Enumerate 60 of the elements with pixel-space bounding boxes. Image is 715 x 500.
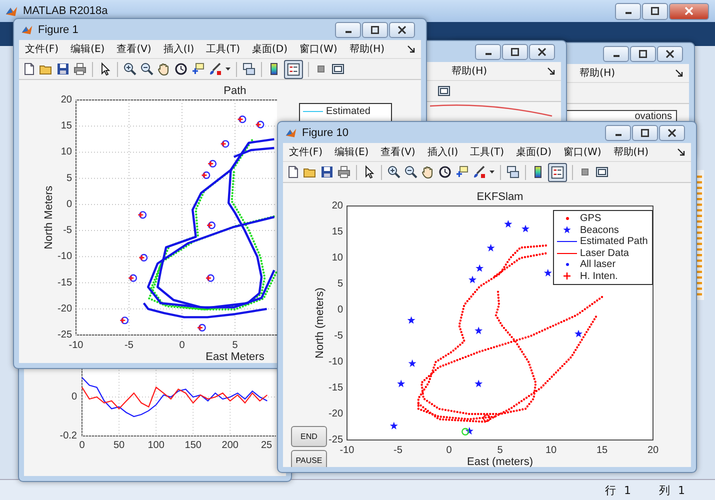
tick-label: 5 — [66, 172, 72, 184]
tick-label: -5 — [124, 340, 134, 351]
legend-label: Estimated — [326, 106, 370, 118]
tick-label: 200 — [222, 440, 238, 450]
legend-label: Beacons — [580, 224, 619, 236]
legend-label: Estimated Path — [580, 236, 648, 248]
tick-label: 5 — [232, 340, 238, 351]
column-label: 列 — [659, 482, 670, 498]
tick-label: 10 — [545, 445, 557, 456]
tick-label: -25 — [58, 330, 72, 340]
tick-label: -15 — [58, 277, 72, 288]
tick-label: 0 — [66, 198, 72, 210]
tick-label: -5 — [63, 225, 72, 236]
tick-label: 20 — [647, 445, 659, 456]
chart-title: Path — [224, 85, 246, 97]
legend-label: Laser Data — [580, 248, 629, 259]
window-title: Figure 1 — [38, 24, 78, 36]
tick-label: -20 — [58, 303, 72, 314]
tick-label: 15 — [60, 120, 72, 132]
tick-label: -10 — [328, 356, 343, 368]
tick-label: -20 — [328, 408, 343, 420]
axis-label: North Meters — [43, 186, 55, 250]
row-label: 行 — [605, 482, 616, 498]
tick-label: 10 — [60, 146, 72, 158]
column-number: 1 — [678, 484, 685, 496]
tick-label: 5 — [497, 445, 503, 456]
chart-title: EKFSlam — [476, 191, 524, 203]
tick-label: -5 — [394, 445, 402, 456]
tick-label: 0 — [337, 304, 343, 316]
axis-label: East Meters — [206, 351, 264, 362]
axis-label: East (meters) — [467, 456, 533, 467]
legend-label: GPS — [580, 213, 602, 224]
tick-label: 0 — [179, 340, 185, 351]
axis-label: North (meters) — [314, 288, 326, 358]
window-title: Figure 10 — [302, 126, 348, 138]
tick-label: 50 — [113, 440, 125, 450]
row-number: 1 — [624, 484, 631, 496]
tick-label: 0 — [446, 445, 452, 456]
tick-label: 10 — [332, 252, 343, 264]
tick-label: 0 — [79, 440, 85, 450]
tick-label: -10 — [68, 340, 84, 351]
legend-label: ovations — [634, 111, 672, 122]
tick-label: 20 — [60, 94, 72, 106]
legend-label: H. Inten. — [580, 270, 618, 282]
window-title: MATLAB R2018a — [23, 5, 108, 17]
tick-label: 100 — [148, 440, 164, 450]
tick-label: 5 — [337, 278, 343, 290]
tick-label: 150 — [184, 440, 202, 450]
tick-label: -25 — [328, 434, 343, 446]
tick-label: 0 — [71, 392, 77, 402]
tick-label: -15 — [328, 382, 343, 394]
legend-label: All laser — [580, 259, 616, 270]
tick-label: -10 — [340, 445, 354, 456]
tick-label: 25 — [261, 440, 272, 451]
tick-label: -5 — [334, 330, 343, 342]
tick-label: -0.2 — [60, 430, 77, 442]
tick-label: 20 — [332, 200, 343, 212]
tick-label: 15 — [596, 445, 608, 456]
tick-label: 15 — [332, 226, 343, 238]
tick-label: -10 — [58, 251, 72, 262]
